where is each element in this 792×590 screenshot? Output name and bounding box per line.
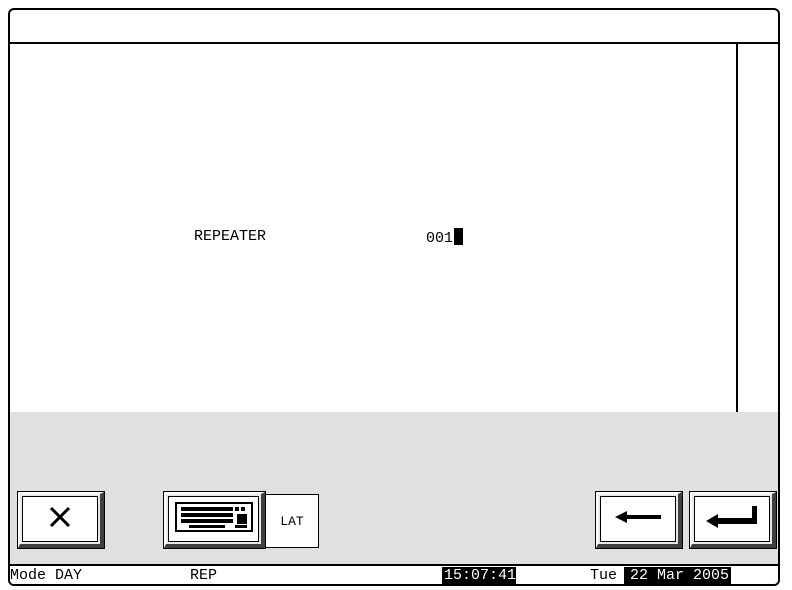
keyboard-button[interactable]	[163, 491, 266, 549]
content-area	[10, 44, 736, 412]
close-icon	[47, 504, 73, 535]
title-bar	[10, 10, 778, 44]
keyboard-button-face	[168, 496, 259, 542]
main-window: REPEATER 001 LAT Mode DAY REP 15:07:41 T…	[8, 8, 780, 586]
enter-button-face	[694, 496, 770, 542]
close-button[interactable]	[17, 491, 105, 549]
repeater-label: REPEATER	[194, 228, 267, 245]
repeater-input[interactable]: 001	[426, 228, 464, 247]
screen-status: REP	[190, 567, 218, 584]
backspace-button[interactable]	[595, 491, 683, 549]
text-cursor	[454, 228, 464, 245]
backspace-button-face	[600, 496, 676, 542]
keyboard-icon	[174, 501, 253, 537]
mode-status: Mode DAY	[10, 567, 83, 584]
date-display: 22 Mar 2005	[624, 567, 732, 584]
time-display: 15:07:41	[442, 567, 517, 584]
status-bar: Mode DAY REP 15:07:41 Tue 22 Mar 2005	[10, 564, 778, 584]
enter-icon	[704, 503, 760, 536]
vertical-divider	[736, 44, 738, 412]
arrow-left-icon	[613, 507, 663, 532]
repeater-value: 001	[426, 230, 454, 247]
close-button-face	[22, 496, 98, 542]
layout-indicator[interactable]: LAT	[265, 494, 319, 548]
layout-label: LAT	[280, 513, 304, 529]
enter-button[interactable]	[689, 491, 777, 549]
weekday-display: Tue	[590, 567, 618, 584]
